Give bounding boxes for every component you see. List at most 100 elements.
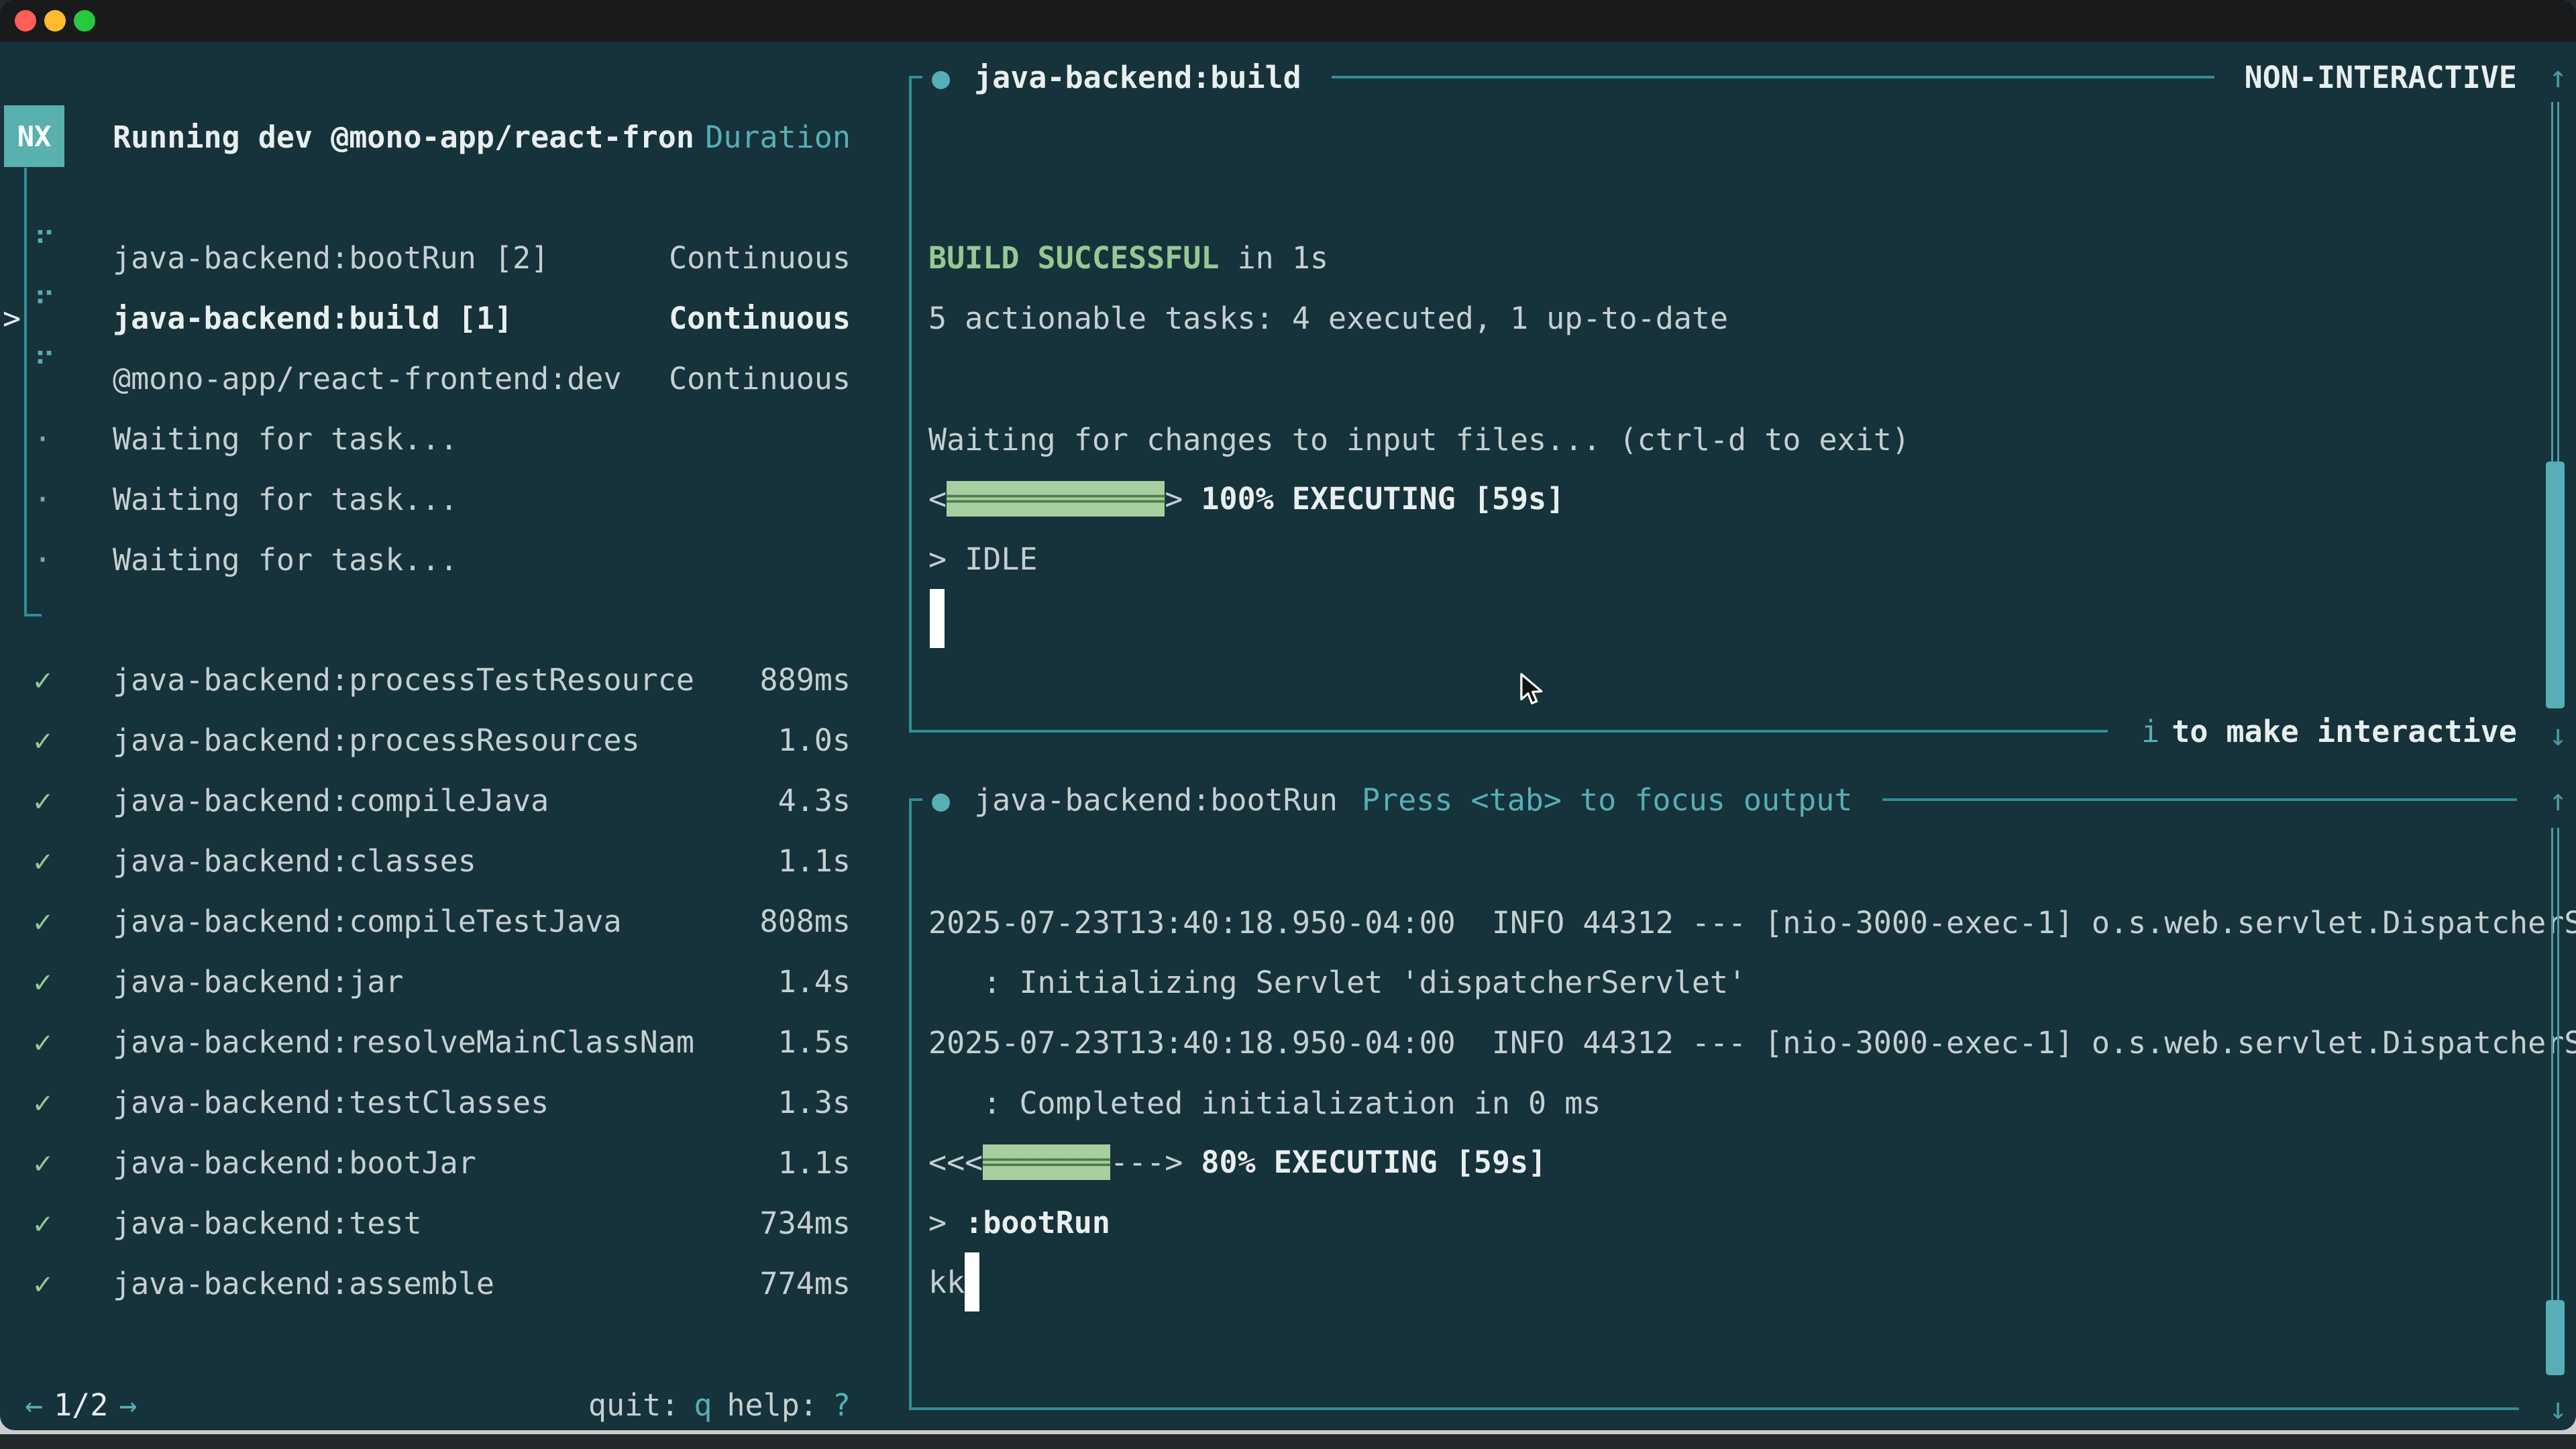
task-name: java-backend:jar: [113, 952, 403, 1012]
check-icon: ✓: [34, 1012, 52, 1073]
scrollbar-thumb[interactable]: [2546, 1300, 2565, 1375]
app-window: NX Running dev @mono-app/react-fron Dura…: [0, 0, 2576, 1430]
completed-task-row[interactable]: ✓ java-backend:compileJava 4.3s: [0, 771, 851, 831]
completed-task-row[interactable]: ✓ java-backend:testClasses 1.3s: [0, 1073, 851, 1133]
spinner-icon: ⠋: [34, 213, 56, 274]
scroll-down-icon[interactable]: ↓: [2540, 1379, 2576, 1430]
interactive-key: i: [2141, 714, 2159, 749]
keyboard-hints: quit: q help: ?: [588, 1375, 851, 1430]
terminal-line: > :bootRun: [928, 1193, 1110, 1253]
terminal-line: <<<═══════---> 80% EXECUTING [59s]: [928, 1132, 1546, 1193]
page-indicator: 1/2: [54, 1375, 108, 1430]
top-panel-footer-rule: [909, 730, 2108, 733]
top-panel-border: [909, 77, 912, 733]
running-bullet-icon: ●: [932, 60, 950, 95]
task-row[interactable]: · Waiting for task...: [0, 409, 851, 470]
check-icon: ✓: [34, 1193, 52, 1254]
task-name: Waiting for task...: [113, 470, 458, 530]
dot-icon: ·: [34, 470, 52, 530]
page-prev-arrow-icon[interactable]: ←: [25, 1375, 43, 1430]
scrollbar-track[interactable]: [2551, 102, 2559, 462]
non-interactive-badge: NON-INTERACTIVE: [2245, 60, 2517, 95]
task-row[interactable]: > ⠋ java-backend:build [1] Continuous: [0, 288, 851, 349]
page-next-arrow-icon[interactable]: →: [119, 1375, 137, 1430]
scroll-up-icon[interactable]: ↑: [2540, 770, 2576, 830]
task-row[interactable]: · Waiting for task...: [0, 530, 851, 590]
task-name: java-backend:bootJar: [113, 1133, 476, 1193]
help-hint-label: help:: [727, 1375, 817, 1430]
completed-task-row[interactable]: ✓ java-backend:test 734ms: [0, 1193, 851, 1254]
close-button[interactable]: [15, 10, 36, 32]
check-icon: ✓: [34, 1073, 52, 1133]
check-icon: ✓: [34, 1254, 52, 1314]
task-row[interactable]: · Waiting for task...: [0, 470, 851, 530]
completed-task-row[interactable]: ✓ java-backend:resolveMainClassNam 1.5s: [0, 1012, 851, 1073]
task-name: java-backend:processTestResource: [113, 650, 694, 710]
scroll-up-icon[interactable]: ↑: [2540, 47, 2576, 107]
terminal-line: 2025-07-23T13:40:18.950-04:00 INFO 44312…: [928, 893, 2576, 953]
task-duration: 1.4s: [778, 952, 851, 1012]
bottom-panel-corner: [909, 798, 922, 801]
terminal-line: <════════════> 100% EXECUTING [59s]: [928, 469, 1564, 529]
quit-key: q: [694, 1375, 712, 1430]
sidebar-header: Running dev @mono-app/react-fron Duratio…: [0, 107, 851, 168]
top-panel-corner: [909, 76, 922, 78]
check-icon: ✓: [34, 650, 52, 710]
completed-task-row[interactable]: ✓ java-backend:jar 1.4s: [0, 952, 851, 1012]
task-duration: 734ms: [760, 1193, 851, 1254]
completed-task-row[interactable]: ✓ java-backend:processTestResource 889ms: [0, 650, 851, 710]
check-icon: ✓: [34, 771, 52, 831]
task-name: java-backend:processResources: [113, 710, 640, 771]
dot-icon: ·: [34, 409, 52, 470]
task-name: Waiting for task...: [113, 409, 458, 470]
bottom-panel-header[interactable]: ● java-backend:bootRun Press <tab> to fo…: [909, 769, 2517, 830]
spinner-icon: ⠋: [34, 274, 56, 334]
check-icon: ✓: [34, 710, 52, 771]
scroll-down-icon[interactable]: ↓: [2540, 705, 2576, 765]
top-panel-footer: i to make interactive: [909, 701, 2517, 761]
focus-output-hint: Press <tab> to focus output: [1362, 782, 1853, 818]
completed-task-row[interactable]: ✓ java-backend:processResources 1.0s: [0, 710, 851, 771]
top-panel-title: java-backend:build: [974, 60, 1301, 95]
pagination: ← 1/2 →: [25, 1375, 137, 1430]
bottom-panel-title: java-backend:bootRun: [974, 782, 1338, 818]
task-status: Continuous: [669, 349, 851, 409]
completed-task-row[interactable]: ✓ java-backend:bootJar 1.1s: [0, 1133, 851, 1193]
zoom-button[interactable]: [74, 10, 95, 32]
dot-icon: ·: [34, 530, 52, 590]
task-name: java-backend:assemble: [113, 1254, 494, 1314]
text-cursor: [930, 589, 945, 648]
task-name: java-backend:bootRun [2]: [113, 228, 549, 288]
check-icon: ✓: [34, 831, 52, 892]
task-name: java-backend:build [1]: [113, 288, 513, 349]
task-duration: 1.1s: [778, 831, 851, 892]
task-name: java-backend:resolveMainClassNam: [113, 1012, 694, 1073]
task-status: Continuous: [669, 228, 851, 288]
selected-caret-icon: >: [3, 288, 21, 349]
check-icon: ✓: [34, 892, 52, 952]
task-duration: 774ms: [760, 1254, 851, 1314]
completed-task-row[interactable]: ✓ java-backend:classes 1.1s: [0, 831, 851, 892]
completed-task-row[interactable]: ✓ java-backend:compileTestJava 808ms: [0, 892, 851, 952]
task-duration: 1.3s: [778, 1073, 851, 1133]
task-row[interactable]: ⠋ java-backend:bootRun [2] Continuous: [0, 228, 851, 288]
check-icon: ✓: [34, 1133, 52, 1193]
top-panel-header[interactable]: ● java-backend:build NON-INTERACTIVE: [909, 47, 2517, 107]
interactive-hint-label: to make interactive: [2171, 714, 2517, 749]
completed-task-row[interactable]: ✓ java-backend:assemble 774ms: [0, 1254, 851, 1314]
minimize-button[interactable]: [44, 10, 66, 32]
task-name: @mono-app/react-frontend:dev: [113, 349, 622, 409]
scrollbar-track[interactable]: [2551, 828, 2559, 1300]
task-duration: 4.3s: [778, 771, 851, 831]
terminal-line: Waiting for changes to input files... (c…: [928, 410, 1910, 470]
task-duration: 889ms: [760, 650, 851, 710]
bottom-panel-header-rule: [1882, 798, 2517, 801]
terminal-line: 2025-07-23T13:40:18.950-04:00 INFO 44312…: [928, 1013, 2576, 1073]
check-icon: ✓: [34, 952, 52, 1012]
task-tree-corner: [24, 614, 42, 616]
top-panel-header-rule: [1332, 76, 2214, 78]
scrollbar-thumb[interactable]: [2546, 462, 2565, 708]
terminal-line: : Initializing Servlet 'dispatcherServle…: [928, 953, 1746, 1013]
task-duration: 808ms: [760, 892, 851, 952]
task-row[interactable]: ⠋ @mono-app/react-frontend:dev Continuou…: [0, 349, 851, 409]
